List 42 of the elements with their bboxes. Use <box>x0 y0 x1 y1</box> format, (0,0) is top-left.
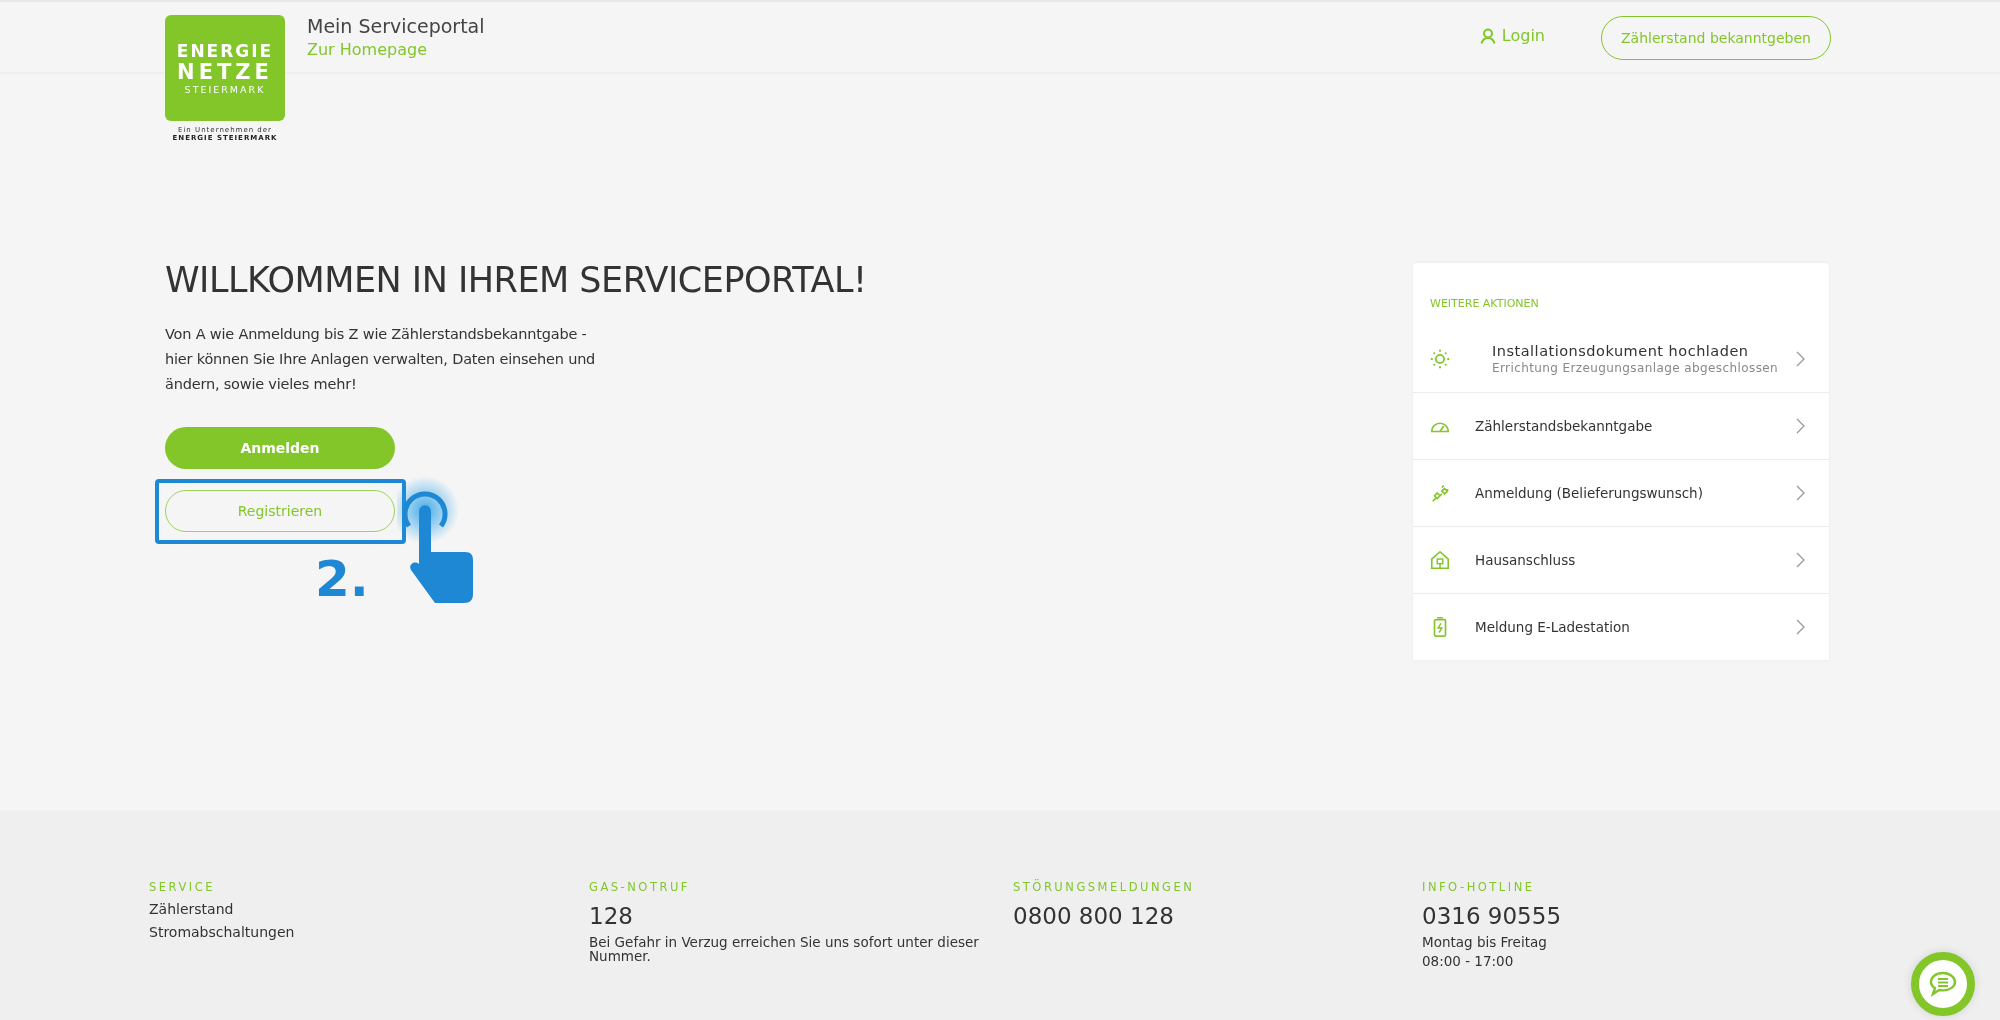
footer-heading: STÖRUNGSMELDUNGEN <box>1013 880 1195 894</box>
footer-heading: SERVICE <box>149 880 215 894</box>
action-item[interactable]: Zählerstandsbekanntgabe <box>1413 392 1829 459</box>
welcome-heading: WILLKOMMEN IN IHREM SERVICEPORTAL! <box>165 260 868 300</box>
plug-icon <box>1429 482 1451 504</box>
footer-link[interactable]: Zählerstand <box>149 902 234 917</box>
intro-text: Von A wie Anmeldung bis Z wie Zählerstandsbekanntgabe - hier können Sie Ihre Anlagen verwalten, Daten einsehen und ändern, sowie vieles mehr! <box>165 325 597 394</box>
chevron-right-icon <box>1796 619 1805 635</box>
chevron-right-icon <box>1796 552 1805 568</box>
footer-text: Montag bis Freitag <box>1422 935 1548 949</box>
step-number: 2. <box>315 554 369 604</box>
action-label: Zählerstandsbekanntgabe <box>1475 418 1654 434</box>
chevron-right-icon <box>1796 351 1805 367</box>
chat-button[interactable] <box>1911 952 1975 1016</box>
action-sublabel: Errichtung Erzeugungsanlage abgeschlossen <box>1491 361 1780 375</box>
footer-text: 08:00 - 17:00 <box>1422 954 1515 968</box>
phone-number: 0800 800 128 <box>1013 903 1174 929</box>
footer-text: Bei Gefahr in Verzug erreichen Sie uns sofort unter dieser Nummer. <box>589 935 980 963</box>
portal-title: Mein Serviceportal <box>307 15 485 37</box>
action-label: Meldung E-Ladestation <box>1475 619 1631 635</box>
footer-link[interactable]: Stromabschaltungen <box>149 925 295 940</box>
chevron-right-icon <box>1796 418 1805 434</box>
phone-number: 0316 90555 <box>1422 903 1561 929</box>
action-item[interactable]: Installationsdokument hochladen Errichtung Erzeugungsanlage abgeschlossen <box>1413 326 1829 392</box>
logo-text: ENERGIE <box>176 40 274 61</box>
footer-heading: INFO-HOTLINE <box>1422 880 1535 894</box>
footer-heading: GAS-NOTRUF <box>589 880 690 894</box>
phone-number: 128 <box>589 903 633 929</box>
house-icon <box>1429 549 1451 571</box>
action-item[interactable]: Meldung E-Ladestation <box>1413 593 1829 660</box>
actions-title: WEITERE AKTIONEN <box>1429 296 1540 312</box>
chat-bubble-icon <box>1928 970 1958 998</box>
action-label: Hausanschluss <box>1475 552 1577 568</box>
user-icon <box>1479 27 1496 44</box>
logo-text: STEIERMARK <box>184 84 266 96</box>
action-label: Installationsdokument hochladen <box>1491 343 1750 359</box>
logo-text: NETZE <box>177 60 273 85</box>
chevron-right-icon <box>1796 485 1805 501</box>
action-label: Anmeldung (Belieferungswunsch) <box>1475 485 1704 501</box>
sun-icon <box>1429 348 1451 370</box>
action-item[interactable]: Anmeldung (Belieferungswunsch) <box>1413 459 1829 526</box>
action-item[interactable]: Hausanschluss <box>1413 526 1829 593</box>
